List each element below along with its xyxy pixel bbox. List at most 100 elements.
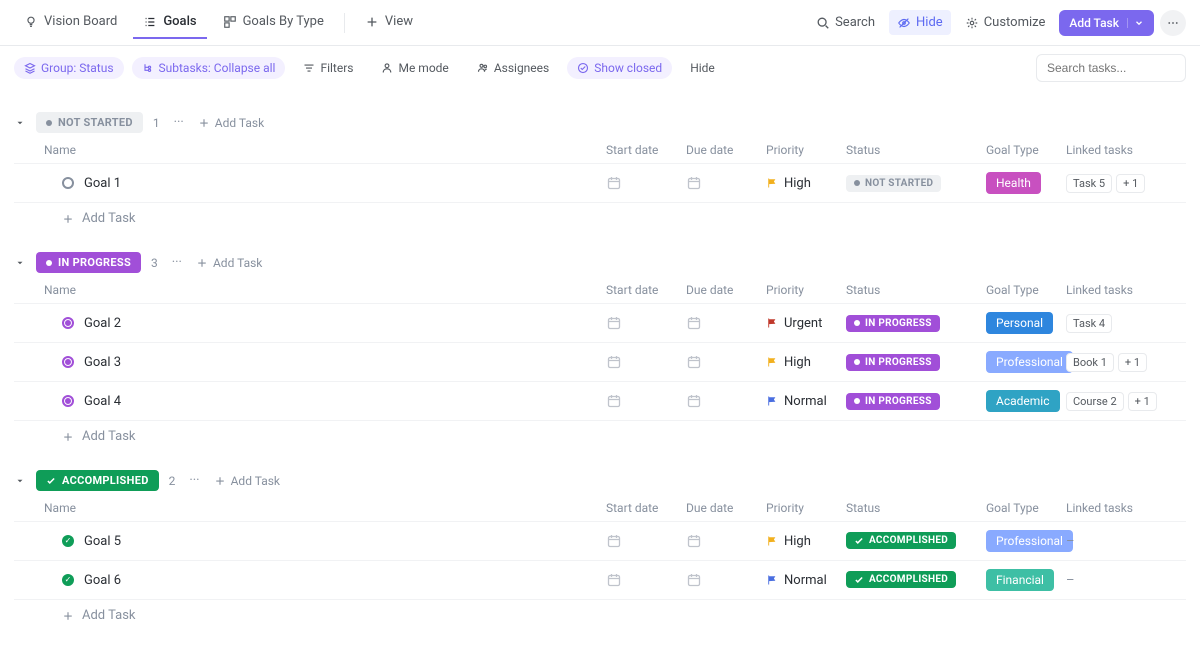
- task-name[interactable]: Goal 1: [84, 176, 121, 191]
- linked-cell[interactable]: –: [1066, 534, 1186, 549]
- chevron-down-icon[interactable]: [14, 257, 26, 269]
- linked-tag[interactable]: Task 5: [1066, 174, 1112, 193]
- group-more[interactable]: ···: [168, 255, 186, 270]
- status-badge[interactable]: ACCOMPLISHED: [36, 470, 159, 491]
- status-dot-icon[interactable]: [62, 535, 74, 547]
- status-cell[interactable]: NOT STARTED: [846, 175, 986, 192]
- status-cell[interactable]: IN PROGRESS: [846, 315, 986, 332]
- goal-type-cell[interactable]: Academic: [986, 390, 1066, 412]
- linked-extra[interactable]: + 1: [1118, 353, 1147, 372]
- start-date-cell[interactable]: [606, 533, 686, 549]
- status-badge[interactable]: IN PROGRESS: [36, 252, 141, 273]
- col-priority[interactable]: Priority: [766, 501, 846, 515]
- task-row[interactable]: Goal 5 HighACCOMPLISHEDProfessional–: [14, 522, 1186, 561]
- status-cell[interactable]: IN PROGRESS: [846, 354, 986, 371]
- col-name[interactable]: Name: [44, 501, 606, 515]
- task-name[interactable]: Goal 3: [84, 355, 121, 370]
- task-row[interactable]: Goal 4NormalIN PROGRESSAcademicCourse 2+…: [14, 382, 1186, 421]
- chevron-down-icon[interactable]: [1127, 18, 1144, 28]
- task-name[interactable]: Goal 5: [84, 534, 121, 549]
- task-row[interactable]: Goal 3 HighIN PROGRESSProfessionalBook 1+…: [14, 343, 1186, 382]
- due-date-cell[interactable]: [686, 533, 766, 549]
- group-more[interactable]: ···: [185, 473, 203, 488]
- linked-cell[interactable]: Course 2+ 1: [1066, 392, 1186, 411]
- chevron-down-icon[interactable]: [14, 475, 26, 487]
- start-date-cell[interactable]: [606, 354, 686, 370]
- goal-type-cell[interactable]: Health: [986, 172, 1066, 194]
- task-row[interactable]: Goal 6 NormalACCOMPLISHEDFinancial–: [14, 561, 1186, 600]
- task-name[interactable]: Goal 6: [84, 573, 121, 588]
- linked-extra[interactable]: + 1: [1116, 174, 1145, 193]
- col-linked[interactable]: Linked tasks: [1066, 143, 1186, 157]
- tab-goals-by-type[interactable]: Goals By Type: [213, 6, 334, 39]
- chevron-down-icon[interactable]: [14, 117, 26, 129]
- linked-tag[interactable]: Task 4: [1066, 314, 1112, 333]
- status-cell[interactable]: IN PROGRESS: [846, 393, 986, 410]
- priority-cell[interactable]: Normal: [766, 573, 846, 588]
- priority-cell[interactable]: High: [766, 355, 846, 370]
- task-name[interactable]: Goal 2: [84, 316, 121, 331]
- col-goal-type[interactable]: Goal Type: [986, 143, 1066, 157]
- customize-button[interactable]: Customize: [957, 10, 1054, 35]
- search-tasks-input[interactable]: [1036, 54, 1186, 82]
- start-date-cell[interactable]: [606, 315, 686, 331]
- add-task-row[interactable]: Add Task: [14, 421, 1186, 452]
- linked-cell[interactable]: Task 5+ 1: [1066, 174, 1186, 193]
- col-start[interactable]: Start date: [606, 283, 686, 297]
- tab-vision-board[interactable]: Vision Board: [14, 6, 127, 39]
- tab-goals[interactable]: Goals: [133, 6, 206, 39]
- due-date-cell[interactable]: [686, 393, 766, 409]
- goal-type-cell[interactable]: Professional: [986, 530, 1066, 552]
- start-date-cell[interactable]: [606, 393, 686, 409]
- status-dot-icon[interactable]: [62, 177, 74, 189]
- due-date-cell[interactable]: [686, 315, 766, 331]
- col-goal-type[interactable]: Goal Type: [986, 501, 1066, 515]
- due-date-cell[interactable]: [686, 354, 766, 370]
- group-add-task[interactable]: Add Task: [196, 256, 262, 270]
- priority-cell[interactable]: High: [766, 534, 846, 549]
- status-dot-icon[interactable]: [62, 317, 74, 329]
- priority-cell[interactable]: Normal: [766, 394, 846, 409]
- col-goal-type[interactable]: Goal Type: [986, 283, 1066, 297]
- col-due[interactable]: Due date: [686, 501, 766, 515]
- hide-button[interactable]: Hide: [889, 10, 951, 35]
- col-linked[interactable]: Linked tasks: [1066, 283, 1186, 297]
- show-closed-pill[interactable]: Show closed: [567, 57, 672, 79]
- status-cell[interactable]: ACCOMPLISHED: [846, 571, 986, 589]
- col-start[interactable]: Start date: [606, 501, 686, 515]
- col-name[interactable]: Name: [44, 143, 606, 157]
- goal-type-cell[interactable]: Professional: [986, 351, 1066, 373]
- col-start[interactable]: Start date: [606, 143, 686, 157]
- col-priority[interactable]: Priority: [766, 283, 846, 297]
- due-date-cell[interactable]: [686, 572, 766, 588]
- linked-cell[interactable]: –: [1066, 573, 1186, 588]
- add-task-row[interactable]: Add Task: [14, 203, 1186, 234]
- status-cell[interactable]: ACCOMPLISHED: [846, 532, 986, 550]
- group-more[interactable]: ···: [170, 115, 188, 130]
- linked-tag[interactable]: Book 1: [1066, 353, 1114, 372]
- col-status[interactable]: Status: [846, 501, 986, 515]
- status-badge[interactable]: NOT STARTED: [36, 112, 143, 133]
- more-menu[interactable]: [1160, 10, 1186, 36]
- tab-add-view[interactable]: View: [355, 6, 423, 39]
- linked-cell[interactable]: Task 4: [1066, 314, 1186, 333]
- col-status[interactable]: Status: [846, 283, 986, 297]
- goal-type-cell[interactable]: Personal: [986, 312, 1066, 334]
- group-add-task[interactable]: Add Task: [214, 474, 280, 488]
- start-date-cell[interactable]: [606, 572, 686, 588]
- group-pill[interactable]: Group: Status: [14, 57, 124, 79]
- task-row[interactable]: Goal 1 HighNOT STARTEDHealthTask 5+ 1: [14, 164, 1186, 203]
- goal-type-cell[interactable]: Financial: [986, 569, 1066, 591]
- col-due[interactable]: Due date: [686, 283, 766, 297]
- filters-pill[interactable]: Filters: [293, 57, 363, 79]
- col-name[interactable]: Name: [44, 283, 606, 297]
- assignees-pill[interactable]: Assignees: [467, 57, 559, 79]
- priority-cell[interactable]: Urgent: [766, 316, 846, 331]
- linked-tag[interactable]: Course 2: [1066, 392, 1124, 411]
- toolbar-hide[interactable]: Hide: [680, 57, 725, 79]
- col-due[interactable]: Due date: [686, 143, 766, 157]
- linked-extra[interactable]: + 1: [1128, 392, 1157, 411]
- col-linked[interactable]: Linked tasks: [1066, 501, 1186, 515]
- priority-cell[interactable]: High: [766, 176, 846, 191]
- me-mode-pill[interactable]: Me mode: [371, 57, 458, 79]
